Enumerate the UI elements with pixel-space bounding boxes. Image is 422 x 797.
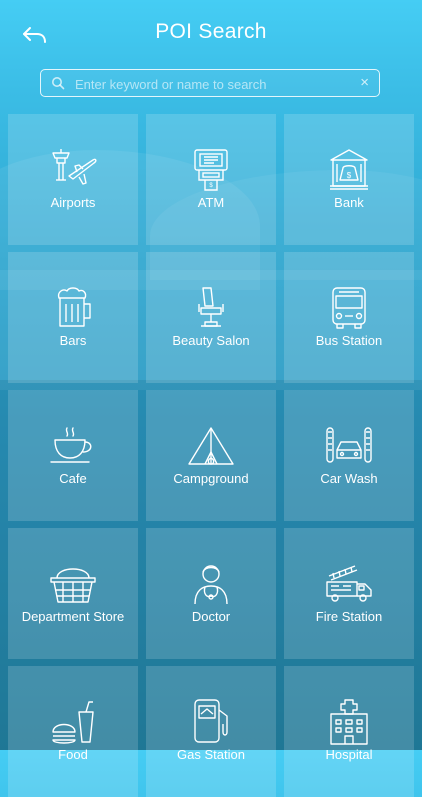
category-label: Fire Station (315, 609, 383, 624)
category-label: Gas Station (177, 747, 245, 762)
fast-food-icon (49, 698, 97, 746)
page-title: POI Search (155, 20, 267, 43)
category-bank[interactable]: $ Bank (284, 114, 414, 245)
coffee-cup-icon (49, 422, 97, 470)
category-label: Bank (334, 195, 364, 210)
category-campground[interactable]: Campground (146, 390, 276, 521)
category-fire-station[interactable]: Fire Station (284, 528, 414, 659)
category-label: Bars (59, 333, 87, 348)
category-hospital[interactable]: Hospital (284, 666, 414, 797)
category-label: Department Store (21, 609, 125, 624)
tent-icon (187, 422, 235, 470)
category-doctor[interactable]: Doctor (146, 528, 276, 659)
doctor-icon (187, 560, 235, 608)
search-bar: × (40, 69, 380, 97)
top-bar: POI Search (0, 0, 422, 64)
bank-icon: $ (325, 146, 373, 194)
category-label: Cafe (59, 471, 87, 486)
search-input[interactable] (73, 72, 357, 96)
airport-icon (49, 146, 97, 194)
category-label: Campground (173, 471, 249, 486)
salon-chair-icon (187, 284, 235, 332)
beer-mug-icon (49, 284, 97, 332)
category-bus-station[interactable]: Bus Station (284, 252, 414, 383)
category-label: ATM (197, 195, 225, 210)
category-atm[interactable]: $ ATM (146, 114, 276, 245)
fuel-pump-icon (187, 698, 235, 746)
car-wash-icon (325, 422, 373, 470)
atm-icon: $ (187, 146, 235, 194)
category-beauty-salon[interactable]: Beauty Salon (146, 252, 276, 383)
hospital-building-icon (325, 698, 373, 746)
category-label: Doctor (191, 609, 231, 624)
category-label: Bus Station (315, 333, 383, 348)
category-gas-station[interactable]: Gas Station (146, 666, 276, 797)
search-icon (52, 77, 65, 90)
category-car-wash[interactable]: Car Wash (284, 390, 414, 521)
category-food[interactable]: Food (8, 666, 138, 797)
fire-truck-icon (325, 560, 373, 608)
svg-text:$: $ (347, 171, 352, 180)
category-label: Food (58, 747, 88, 762)
category-department-store[interactable]: Department Store (8, 528, 138, 659)
category-label: Airports (50, 195, 96, 210)
category-label: Beauty Salon (172, 333, 250, 348)
category-label: Hospital (325, 747, 373, 762)
shopping-basket-icon (49, 560, 97, 608)
category-airports[interactable]: Airports (8, 114, 138, 245)
category-label: Car Wash (320, 471, 378, 486)
category-cafe[interactable]: Cafe (8, 390, 138, 521)
svg-text:$: $ (209, 183, 213, 189)
bus-icon (325, 284, 373, 332)
clear-search-button[interactable]: × (360, 74, 369, 92)
category-bars[interactable]: Bars (8, 252, 138, 383)
